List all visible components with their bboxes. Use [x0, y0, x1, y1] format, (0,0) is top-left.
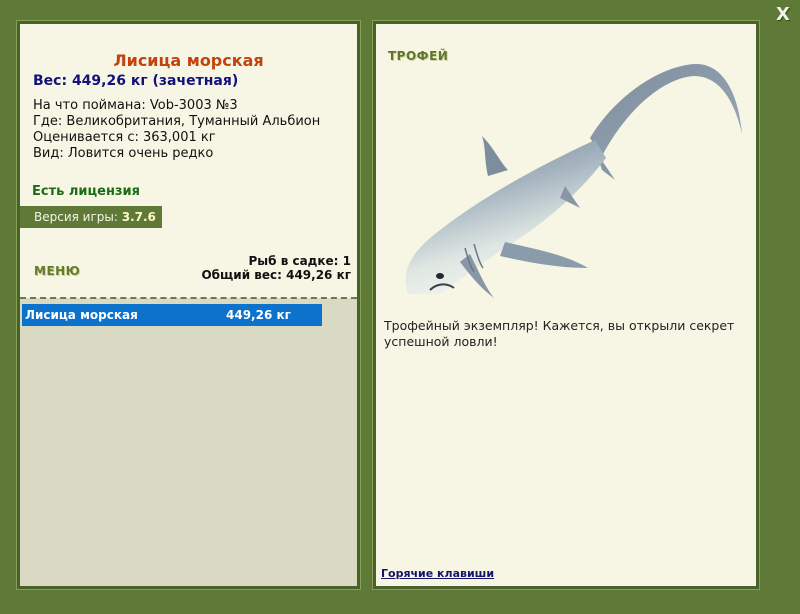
catch-item-weight: 449,26 кг — [226, 308, 291, 322]
version-label: Версия игры: — [34, 210, 118, 224]
fish-weight: Вес: 449,26 кг (зачетная) — [33, 73, 239, 89]
menu-button[interactable]: МЕНЮ — [34, 264, 80, 278]
value-rate: Оценивается с: 363,001 кг — [33, 130, 216, 145]
catch-list-item[interactable]: Лисица морская 449,26 кг — [22, 304, 322, 326]
hotkeys-link[interactable]: Горячие клавиши — [381, 567, 494, 580]
fish-info-card: Лисица морская Вес: 449,26 кг (зачетная)… — [20, 24, 357, 298]
catch-item-name: Лисица морская — [25, 308, 138, 322]
total-weight: Общий вес: 449,26 кг — [201, 268, 351, 282]
version-badge: Версия игры: 3.7.6 — [20, 206, 162, 228]
caught-on: На что поймана: Vob-3003 №3 — [33, 98, 238, 113]
rarity: Вид: Ловится очень редко — [33, 146, 214, 161]
fish-name: Лисица морская — [113, 51, 264, 70]
license-status: Есть лицензия — [32, 184, 140, 199]
trophy-panel: ТРОФЕЙ Трофейный экземпляр! Кажется, вы … — [372, 20, 760, 590]
trophy-description: Трофейный экземпляр! Кажется, вы открыли… — [384, 318, 735, 349]
version-value: 3.7.6 — [121, 210, 156, 224]
fish-count: Рыб в садке: 1 — [248, 254, 352, 268]
thresher-shark-image — [405, 63, 742, 298]
divider — [20, 297, 357, 299]
close-button[interactable]: X — [770, 4, 796, 26]
location: Где: Великобритания, Туманный Альбион — [33, 114, 321, 129]
keepnet-stats: Рыб в садке: 1 Общий вес: 449,26 кг — [201, 254, 351, 282]
fish-info-panel: Лисица морская Вес: 449,26 кг (зачетная)… — [16, 20, 361, 590]
